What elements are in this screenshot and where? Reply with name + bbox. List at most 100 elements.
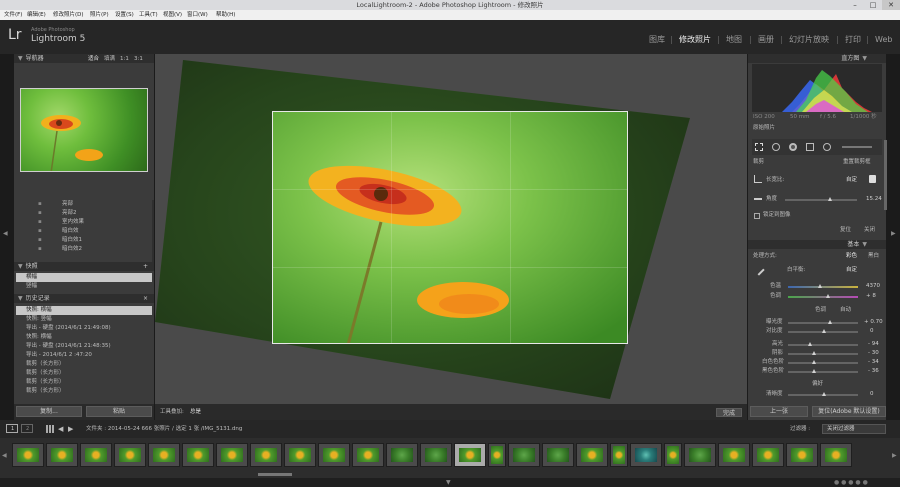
module-book[interactable]: 画册	[758, 35, 774, 45]
contrast-knob[interactable]	[822, 329, 826, 333]
menu-edit[interactable]: 编辑(E)	[27, 10, 46, 20]
crop-overlay-icon[interactable]	[754, 175, 762, 183]
filmstrip-toggle-icon[interactable]: ▼	[446, 479, 451, 486]
filmstrip-thumbnail[interactable]	[80, 443, 112, 467]
history-item[interactable]: 导出 - 2014/6/1 2 :47:20	[14, 351, 154, 360]
filmstrip-thumbnail[interactable]	[250, 443, 282, 467]
filmstrip-thumbnail[interactable]	[114, 443, 146, 467]
crop-reset-button[interactable]: 复位	[840, 226, 851, 234]
highlights-slider[interactable]	[788, 344, 858, 346]
straighten-tool-icon[interactable]	[754, 198, 762, 200]
filmstrip-thumbnail[interactable]	[284, 443, 316, 467]
preset-item[interactable]: ▪ 亮部	[14, 200, 154, 209]
shadows-value[interactable]: - 30	[868, 349, 879, 357]
filmstrip-scrollbar[interactable]	[258, 473, 292, 476]
history-item[interactable]: 导出 - 硬盘 (2014/6/1 21:48:35)	[14, 342, 154, 351]
menu-file[interactable]: 文件(F)	[4, 10, 22, 20]
nav-zoom-fill[interactable]: 填满	[104, 55, 115, 63]
filmstrip-thumbnail[interactable]	[630, 443, 662, 467]
filmstrip-thumbnail[interactable]	[454, 443, 486, 467]
page1-button[interactable]: 1	[6, 424, 18, 433]
filmstrip-scroll-right-icon[interactable]: ▶	[892, 452, 897, 459]
preset-item[interactable]: ▪ 暗白效	[14, 227, 154, 236]
reset-adobe-default-button[interactable]: 复位(Adobe 默认设置)	[812, 406, 886, 417]
filmstrip-thumbnail[interactable]	[148, 443, 180, 467]
paste-button[interactable]: 粘贴	[86, 406, 152, 417]
history-item[interactable]: 裁剪（长方形）	[14, 378, 154, 387]
tint-value[interactable]: + 8	[866, 292, 876, 300]
preset-item[interactable]: ▪ 暗白效2	[14, 245, 154, 254]
histogram-header[interactable]: 直方图 ▼	[748, 54, 886, 63]
back-arrow-icon[interactable]: ◀	[58, 425, 63, 433]
menu-develop[interactable]: 修改照片(D)	[53, 10, 84, 20]
filmstrip-thumbnail[interactable]	[786, 443, 818, 467]
previous-button[interactable]: 上一张	[750, 406, 808, 417]
filmstrip-thumbnail[interactable]	[684, 443, 716, 467]
maximize-button[interactable]: □	[864, 0, 882, 10]
preset-item[interactable]: ▪ 室内效果	[14, 218, 154, 227]
history-item[interactable]: 裁剪（长方形）	[14, 387, 154, 396]
history-item[interactable]: 裁剪（长方形）	[14, 369, 154, 378]
filmstrip-thumbnail[interactable]	[488, 443, 506, 467]
history-item[interactable]: 快照: 横幅	[16, 306, 152, 315]
lock-icon[interactable]	[869, 175, 876, 183]
exposure-value[interactable]: + 0.70	[864, 318, 883, 326]
menu-view[interactable]: 视图(V)	[163, 10, 182, 20]
filmstrip-thumbnail[interactable]	[664, 443, 682, 467]
snapshot-item[interactable]: 竖幅	[14, 282, 154, 291]
filmstrip-source-path[interactable]: 文件夹 : 2014-05-24 666 张照片 / 选定 1 张 /IMG_5…	[86, 425, 242, 433]
history-item[interactable]: 快照: 竖幅	[14, 315, 154, 324]
page2-button[interactable]: 2	[21, 424, 33, 433]
close-button[interactable]: ✕	[882, 0, 900, 10]
filmstrip-thumbnail[interactable]	[610, 443, 628, 467]
wb-select[interactable]: 自定	[846, 266, 857, 274]
filmstrip-thumbnail[interactable]	[576, 443, 608, 467]
temp-slider[interactable]	[788, 286, 858, 288]
tone-auto-button[interactable]: 自动	[840, 306, 851, 314]
constrain-checkbox[interactable]	[754, 213, 760, 219]
nav-zoom-3-1[interactable]: 3:1	[134, 55, 143, 63]
history-item[interactable]: 导出 - 硬盘 (2014/6/1 21:49:08)	[14, 324, 154, 333]
spot-removal-icon[interactable]	[772, 143, 780, 151]
menu-help[interactable]: 帮助(H)	[216, 10, 235, 20]
nav-zoom-fit[interactable]: 适合	[88, 55, 99, 63]
nav-zoom-1-1[interactable]: 1:1	[120, 55, 129, 63]
highlights-knob[interactable]	[808, 342, 812, 346]
contrast-value[interactable]: 0	[870, 327, 874, 335]
filmstrip-thumbnail[interactable]	[820, 443, 852, 467]
whites-slider[interactable]	[788, 362, 858, 364]
menu-settings[interactable]: 设置(S)	[115, 10, 134, 20]
aspect-select[interactable]: 自定	[846, 176, 857, 184]
module-library[interactable]: 图库	[649, 35, 665, 45]
navigator-preview[interactable]	[20, 88, 148, 172]
copy-button[interactable]: 复制...	[16, 406, 82, 417]
navigator-header[interactable]: ▼ 导航器	[14, 54, 154, 63]
left-panel-toggle-icon[interactable]: ◀	[3, 230, 8, 237]
menu-tools[interactable]: 工具(T)	[139, 10, 158, 20]
module-slideshow[interactable]: 幻灯片放映	[789, 35, 829, 45]
blacks-slider[interactable]	[788, 371, 858, 373]
angle-slider[interactable]	[785, 199, 857, 201]
filmstrip-thumbnail[interactable]	[318, 443, 350, 467]
right-panel-toggle-icon[interactable]: ▶	[891, 230, 896, 237]
grid-view-icon[interactable]	[46, 425, 54, 433]
filmstrip-thumbnail[interactable]	[386, 443, 418, 467]
filmstrip-thumbnail[interactable]	[352, 443, 384, 467]
shadows-slider[interactable]	[788, 353, 858, 355]
blacks-value[interactable]: - 36	[868, 367, 879, 375]
done-button[interactable]: 完成	[716, 408, 742, 417]
clarity-knob[interactable]	[822, 392, 826, 396]
history-item[interactable]: 裁剪（长方形）	[14, 360, 154, 369]
minimize-button[interactable]: –	[846, 0, 864, 10]
treatment-color[interactable]: 彩色	[846, 252, 857, 260]
module-map[interactable]: 地图	[726, 35, 742, 45]
preset-item[interactable]: ▪ 暗白效1	[14, 236, 154, 245]
history-item[interactable]: 快照: 横幅	[14, 333, 154, 342]
menu-window[interactable]: 窗口(W)	[187, 10, 208, 20]
exposure-knob[interactable]	[828, 320, 832, 324]
adjustment-brush-icon[interactable]	[842, 146, 872, 148]
clarity-value[interactable]: 0	[870, 390, 874, 398]
red-eye-icon[interactable]	[789, 143, 797, 151]
treatment-bw[interactable]: 黑白	[868, 252, 879, 260]
module-web[interactable]: Web	[875, 35, 892, 45]
